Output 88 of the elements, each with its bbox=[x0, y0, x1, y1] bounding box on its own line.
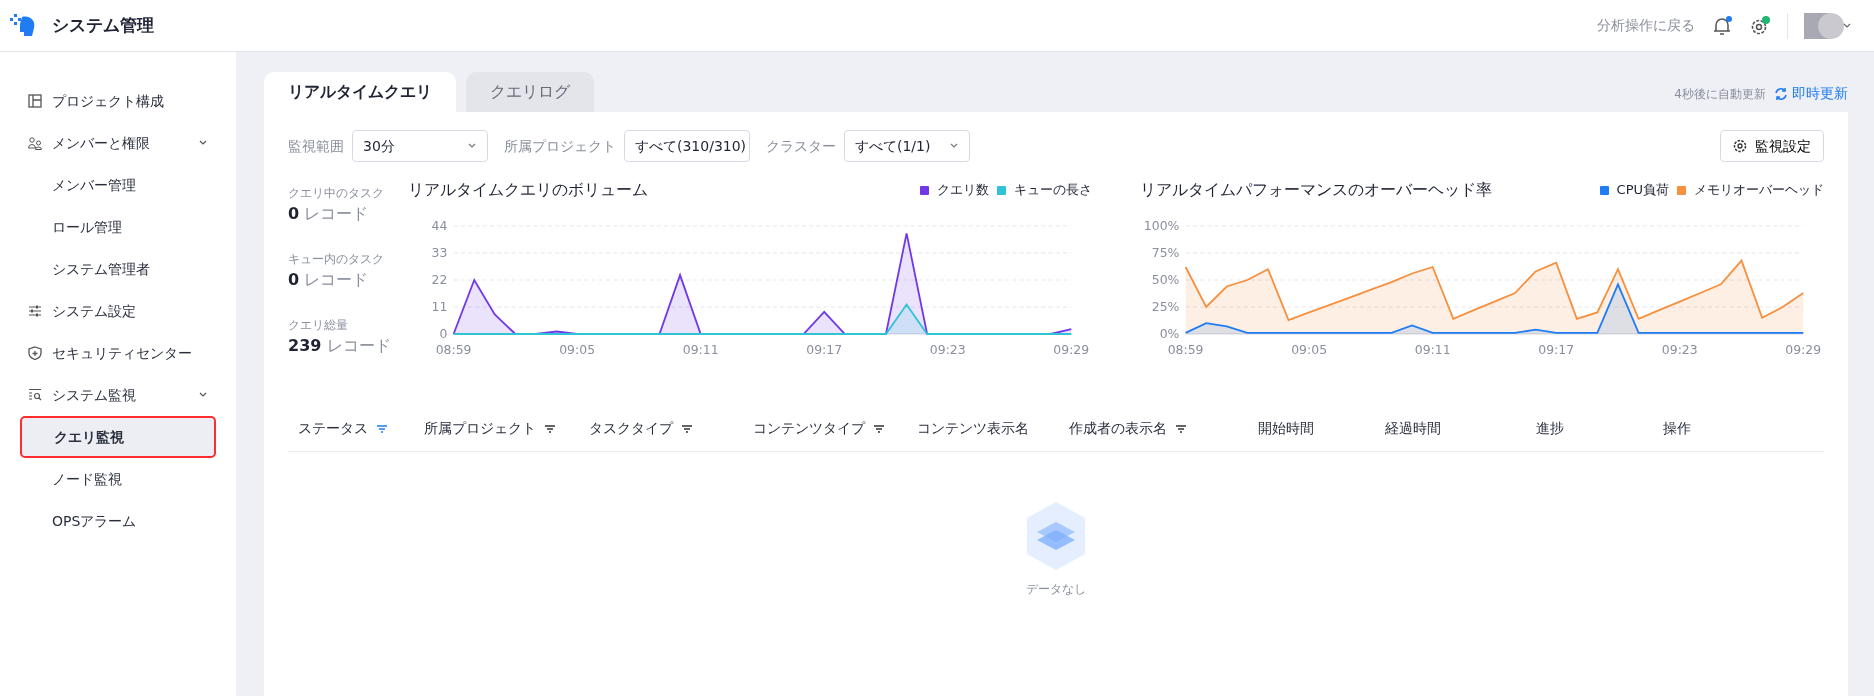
axis-tick-label: 44 bbox=[431, 219, 448, 233]
axis-tick-label: 33 bbox=[431, 246, 448, 260]
filter-label: クラスター bbox=[766, 136, 836, 156]
axis-tick-label: 09:11 bbox=[1414, 343, 1451, 357]
legend-label: クエリ数 bbox=[937, 181, 989, 200]
auto-refresh-text: 4秒後に自動更新 bbox=[1674, 85, 1766, 103]
column-header[interactable]: タスクタイプ bbox=[579, 406, 743, 451]
select-field[interactable]: 30分 bbox=[352, 130, 488, 162]
axis-tick-label: 100% bbox=[1143, 219, 1180, 233]
monitor-settings-button[interactable]: 監視設定 bbox=[1720, 130, 1824, 162]
empty-text: データなし bbox=[1026, 581, 1086, 598]
legend-label: キューの長さ bbox=[1014, 181, 1092, 200]
list-search-icon bbox=[28, 388, 42, 402]
column-header: 進捗 bbox=[1535, 419, 1565, 438]
sidebar-item[interactable]: メンバーと権限 bbox=[20, 122, 216, 164]
legend-label: CPU負荷 bbox=[1616, 181, 1669, 200]
sidebar-item[interactable]: ノード監視 bbox=[20, 458, 216, 500]
tab[interactable]: クエリログ bbox=[466, 72, 594, 112]
sliders-icon bbox=[28, 304, 42, 318]
filter-label: 所属プロジェクト bbox=[504, 136, 616, 156]
gear-icon bbox=[1733, 139, 1747, 153]
chart-title: リアルタイムパフォーマンスのオーバーヘッド率 bbox=[1140, 179, 1492, 201]
axis-tick-label: 25% bbox=[1151, 300, 1180, 314]
sidebar-item[interactable]: メンバー管理 bbox=[20, 164, 216, 206]
users-icon bbox=[28, 136, 42, 150]
axis-tick-label: 09:05 bbox=[1291, 343, 1328, 357]
axis-tick-label: 08:59 bbox=[435, 343, 472, 357]
chevron-icon bbox=[198, 391, 208, 399]
select-field[interactable]: すべて(1/1) bbox=[844, 130, 970, 162]
axis-tick-label: 09:17 bbox=[1538, 343, 1575, 357]
stat-value: 239 レコード bbox=[288, 335, 392, 357]
filter-icon[interactable] bbox=[1175, 423, 1187, 434]
axis-tick-label: 09:11 bbox=[682, 343, 719, 357]
sidebar-item[interactable]: プロジェクト構成 bbox=[20, 80, 216, 122]
filter-icon[interactable] bbox=[544, 423, 556, 434]
sidebar-item[interactable]: システム管理者 bbox=[20, 248, 216, 290]
select-field[interactable]: すべて(310/310) bbox=[624, 130, 750, 162]
axis-tick-label: 75% bbox=[1151, 246, 1180, 260]
sidebar-item[interactable]: クエリ監視 bbox=[20, 416, 216, 458]
column-header[interactable]: 作成者の表示名 bbox=[1059, 406, 1248, 451]
axis-tick-label: 09:29 bbox=[1053, 343, 1090, 357]
column-header[interactable]: ステータス bbox=[288, 406, 414, 451]
empty-box-icon bbox=[1025, 500, 1087, 572]
chevron-icon bbox=[949, 142, 959, 150]
filter-icon[interactable] bbox=[376, 423, 388, 434]
axis-tick-label: 09:29 bbox=[1785, 343, 1822, 357]
sidebar-item[interactable]: OPSアラーム bbox=[20, 500, 216, 542]
chart-title: リアルタイムクエリのボリューム bbox=[408, 179, 648, 201]
axis-tick-label: 09:05 bbox=[559, 343, 596, 357]
axis-tick-label: 09:23 bbox=[929, 343, 966, 357]
column-header: 開始時間 bbox=[1257, 419, 1315, 438]
chevron-icon bbox=[467, 142, 477, 150]
column-header: 経過時間 bbox=[1384, 419, 1442, 438]
column-header[interactable]: 所属プロジェクト bbox=[414, 406, 579, 451]
column-header: 操作 bbox=[1662, 419, 1692, 438]
refresh-button[interactable]: 即時更新 bbox=[1774, 83, 1848, 104]
stat-label: クエリ総量 bbox=[288, 317, 349, 334]
axis-tick-label: 09:23 bbox=[1661, 343, 1698, 357]
axis-tick-label: 0% bbox=[1159, 327, 1180, 341]
axis-tick-label: 22 bbox=[431, 273, 448, 287]
axis-tick-label: 50% bbox=[1151, 273, 1180, 287]
refresh-icon bbox=[1774, 86, 1788, 101]
settings-icon[interactable] bbox=[1749, 14, 1771, 37]
axis-tick-label: 09:17 bbox=[806, 343, 843, 357]
filter-label: 監視範囲 bbox=[288, 136, 344, 156]
filter-icon[interactable] bbox=[681, 423, 693, 434]
column-header: コンテンツ表示名 bbox=[916, 419, 1030, 438]
stat-value: 0 レコード bbox=[288, 203, 370, 225]
axis-tick-label: 08:59 bbox=[1167, 343, 1204, 357]
shield-icon bbox=[28, 346, 42, 360]
axis-tick-label: 11 bbox=[431, 300, 448, 314]
stat-value: 0 レコード bbox=[288, 269, 370, 291]
column-header[interactable]: コンテンツタイプ bbox=[743, 406, 907, 451]
sidebar-item[interactable]: システム監視 bbox=[20, 374, 216, 416]
logo-icon bbox=[10, 13, 36, 38]
tab[interactable]: リアルタイムクエリ bbox=[264, 72, 456, 112]
sidebar-item[interactable]: ロール管理 bbox=[20, 206, 216, 248]
sidebar-item[interactable]: セキュリティセンター bbox=[20, 332, 216, 374]
legend-label: メモリオーバーヘッド bbox=[1694, 181, 1824, 200]
layout-icon bbox=[28, 94, 42, 108]
sidebar-item[interactable]: システム設定 bbox=[20, 290, 216, 332]
stat-label: キュー内のタスク bbox=[288, 251, 385, 268]
stat-label: クエリ中のタスク bbox=[288, 185, 385, 202]
axis-tick-label: 0 bbox=[439, 327, 448, 341]
bell-icon[interactable] bbox=[1711, 14, 1733, 37]
filter-icon[interactable] bbox=[873, 423, 885, 434]
app-title: システム管理 bbox=[52, 13, 154, 37]
chevron-icon bbox=[198, 139, 208, 147]
